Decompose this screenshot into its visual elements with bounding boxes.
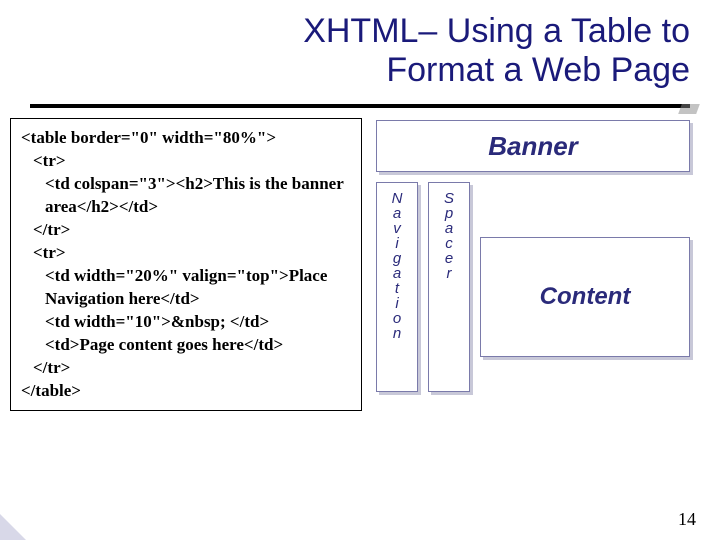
code-line: </tr> xyxy=(21,357,351,380)
code-line: <table border="0" width="80%"> xyxy=(21,127,351,150)
code-line: <td colspan="3"><h2>This is the banner a… xyxy=(21,173,351,219)
diagram-lower-row: Navigation Spacer Content xyxy=(376,182,690,411)
title-underline xyxy=(30,104,690,108)
slide-title-area: XHTML– Using a Table to Format a Web Pag… xyxy=(0,0,720,98)
page-number: 14 xyxy=(678,509,696,530)
code-line: </table> xyxy=(21,380,351,403)
title-line-2: Format a Web Page xyxy=(386,51,690,89)
diagram-banner-box: Banner xyxy=(376,120,690,172)
code-sample-box: <table border="0" width="80%"> <tr> <td … xyxy=(10,118,362,411)
layout-diagram: Banner Navigation Spacer Content xyxy=(376,118,690,411)
slide-title: XHTML– Using a Table to Format a Web Pag… xyxy=(30,12,690,90)
diagram-spacer-box: Spacer xyxy=(428,182,470,392)
diagram-banner-label: Banner xyxy=(488,131,578,162)
code-line: <td width="10">&nbsp; </td> xyxy=(21,311,351,334)
title-line-1: XHTML– Using a Table to xyxy=(303,12,690,50)
content-row: <table border="0" width="80%"> <tr> <td … xyxy=(0,108,720,411)
code-line: </tr> xyxy=(21,219,351,242)
code-line: <tr> xyxy=(21,150,351,173)
diagram-content-box: Content xyxy=(480,237,690,357)
diagram-content-label: Content xyxy=(540,283,631,311)
code-line: <td>Page content goes here</td> xyxy=(21,334,351,357)
diagram-navigation-box: Navigation xyxy=(376,182,418,392)
code-line: <tr> xyxy=(21,242,351,265)
code-line: <td width="20%" valign="top">Place Navig… xyxy=(21,265,351,311)
corner-fold-icon xyxy=(0,514,26,540)
